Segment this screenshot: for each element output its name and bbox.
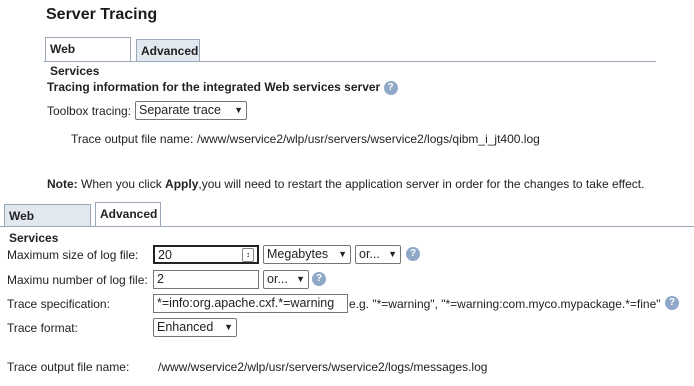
chevron-down-icon: ▼	[388, 249, 397, 259]
max-size-or-value: or...	[359, 247, 380, 261]
chevron-down-icon: ▼	[234, 105, 243, 115]
max-size-label: Maximum size of log file:	[7, 248, 139, 262]
toolbox-tracing-select[interactable]: Separate trace ▼	[135, 101, 247, 120]
toolbox-tracing-label: Toolbox tracing:	[47, 104, 132, 118]
max-size-unit-value: Megabytes	[267, 247, 329, 261]
note-text-2: ,you will need to restart the applicatio…	[198, 177, 645, 191]
trace-spec-value: *=info:org.apache.cxf.*=warning	[157, 296, 335, 310]
output-file-label-advanced: Trace output file name:	[7, 360, 130, 374]
tab-advanced[interactable]: Advanced	[136, 39, 200, 61]
max-number-or-value: or...	[267, 272, 288, 286]
help-icon[interactable]: ?	[383, 80, 398, 95]
trace-format-label: Trace format:	[7, 321, 78, 335]
chevron-down-icon: ▼	[224, 322, 233, 332]
tabstrip-bottom: Web Services Advanced	[0, 202, 694, 245]
max-number-input[interactable]: 2	[153, 270, 259, 289]
max-size-unit-select[interactable]: Megabytes ▼	[263, 245, 351, 264]
max-size-input[interactable]: 20 ↕	[153, 245, 259, 264]
trace-spec-hint: e.g. "*=warning", "*=warning:com.myco.my…	[349, 297, 661, 311]
max-number-value: 2	[157, 272, 164, 286]
tabstrip-top: Web Services Advanced	[44, 37, 656, 78]
help-icon[interactable]: ?	[665, 296, 679, 310]
panel-heading-text: Tracing information for the integrated W…	[47, 80, 381, 94]
page-title: Server Tracing	[46, 6, 158, 23]
stepper-icon[interactable]: ↕	[242, 248, 254, 262]
max-number-label: Maximu number of log file:	[7, 273, 148, 287]
help-icon[interactable]: ?	[406, 247, 420, 261]
chevron-down-icon: ▼	[296, 274, 305, 284]
output-file-label: Trace output file name:	[71, 132, 194, 146]
max-size-value: 20	[158, 248, 172, 262]
note-text-1: When you click	[77, 177, 166, 191]
trace-spec-input[interactable]: *=info:org.apache.cxf.*=warning	[153, 294, 348, 313]
help-icon[interactable]: ?	[312, 272, 326, 286]
trace-spec-label: Trace specification:	[7, 297, 110, 311]
max-number-or-select[interactable]: or... ▼	[263, 270, 309, 289]
output-file-value: /www/wservice2/wlp/usr/servers/wservice2…	[197, 132, 540, 146]
note-apply: Apply	[165, 177, 199, 191]
output-file-value-advanced: /www/wservice2/wlp/usr/servers/wservice2…	[158, 360, 488, 374]
chevron-down-icon: ▼	[338, 249, 347, 259]
tab-web-services[interactable]: Web Services	[45, 37, 131, 78]
toolbox-tracing-value: Separate trace	[139, 103, 221, 117]
note-prefix: Note:	[47, 177, 78, 191]
trace-format-select[interactable]: Enhanced ▼	[153, 318, 237, 337]
tab-web-services-bottom[interactable]: Web Services	[4, 204, 91, 245]
trace-format-value: Enhanced	[157, 320, 214, 334]
tab-advanced-bottom[interactable]: Advanced	[95, 202, 161, 226]
restart-note: Note: When you click Apply,you will need…	[47, 177, 644, 191]
panel-heading: Tracing information for the integrated W…	[47, 80, 398, 95]
max-size-or-select[interactable]: or... ▼	[355, 245, 401, 264]
